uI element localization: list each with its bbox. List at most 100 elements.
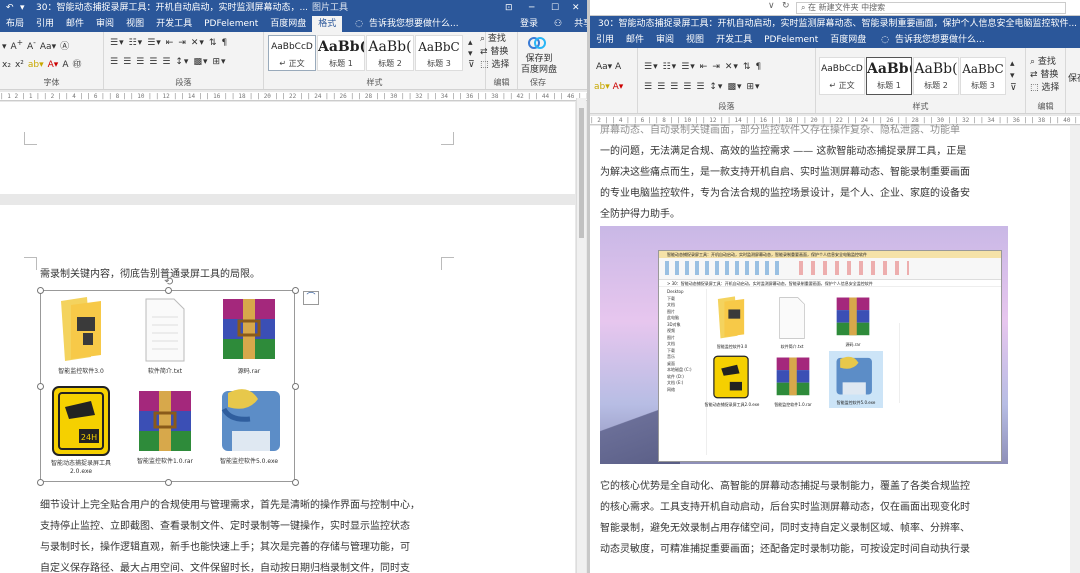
picture-tools-label: 图片工具	[312, 3, 349, 13]
ribbon-options-icon[interactable]: ⊡	[505, 0, 513, 16]
font-color-icon: A▾	[47, 60, 59, 70]
find-button[interactable]: ⌕ 查找	[480, 33, 509, 46]
style-heading2[interactable]: AaBb(标题 2	[366, 35, 414, 71]
search-icon: ⌕	[801, 3, 809, 12]
numbering-icon: ☷▾	[128, 38, 144, 48]
undo-icon[interactable]: ↶	[6, 0, 14, 16]
resize-handle	[292, 479, 299, 486]
save-group-label: 保存	[530, 78, 546, 87]
file-icon-rar: 智能监控软件1.0.rar	[125, 387, 205, 466]
style-heading3[interactable]: AaBbC 标题 3	[415, 35, 463, 71]
menu-pdfelement[interactable]: PDFelement	[198, 16, 264, 32]
menu-references[interactable]: 引用	[590, 32, 620, 48]
align-controls[interactable]: ☰ ☰ ☰ ☰ ☰ ↕▾ ▩▾ ⊞▾	[644, 82, 761, 92]
paragraph-group-label: 段落	[175, 78, 192, 87]
edit-group: ⌕ 查找 ⇄ 替换 ⬚ 选择 编辑	[480, 32, 518, 89]
quick-access-icon[interactable]: ▾	[20, 0, 25, 16]
list-controls[interactable]: ☰▾ ☷▾ ☰▾ ⇤ ⇥ ✕▾ ⇅ ¶	[644, 62, 762, 72]
menu-baidu-disk[interactable]: 百度网盘	[824, 32, 872, 48]
align-left-icon: ☰	[110, 57, 120, 67]
replace-button[interactable]: ⇄ 替换	[1030, 69, 1059, 82]
close-icon[interactable]: ✕	[572, 0, 580, 16]
list-controls[interactable]: ☰▾ ☷▾ ☰▾ ⇤ ⇥ ✕▾ ⇅ ¶	[110, 38, 228, 48]
scroll-thumb[interactable]	[579, 108, 584, 238]
selected-image[interactable]: ⟲ 智能监控软件3.0 软件简介.txt 源码.rar 24H 智能动态捕捉录屏…	[37, 275, 299, 486]
menu-baidu-disk[interactable]: 百度网盘	[264, 16, 312, 32]
select-button[interactable]: ⬚ 选择	[1030, 82, 1059, 95]
highlight-controls[interactable]: ab▾ A▾	[594, 82, 623, 92]
sort-icon: ⇅	[742, 62, 752, 72]
menu-pdfelement[interactable]: PDFelement	[758, 32, 824, 48]
replace-button[interactable]: ⇄ 替换	[480, 46, 509, 59]
refresh-icon[interactable]: ↻	[782, 1, 790, 11]
find-button[interactable]: ⌕ 查找	[1030, 56, 1059, 69]
menu-layout[interactable]: 布局	[0, 16, 30, 32]
left-title-bar: ↶ ▾ 30：智能动态捕捉录屏工具：开机自动启动，实时监测屏幕动态，... 图片…	[0, 0, 587, 16]
baidu-cloud-icon[interactable]	[527, 35, 547, 54]
edit-controls: ⌕ 查找 ⇄ 替换 ⬚ 选择	[1030, 56, 1059, 95]
maximize-icon[interactable]: ☐	[551, 0, 559, 16]
menu-developer[interactable]: 开发工具	[150, 16, 198, 32]
line-spacing-icon: ↕▾	[709, 82, 724, 92]
font-controls[interactable]: ▾ A+ A- Aa▾ Ⓐ	[2, 38, 69, 52]
styles-scroll[interactable]: ▴ ▾ ⊽	[1010, 58, 1017, 94]
resize-handle	[165, 287, 172, 294]
find-icon: ⌕	[1030, 57, 1038, 67]
styles-scroll[interactable]: ▴ ▾ ⊽	[468, 38, 475, 71]
font-color-controls[interactable]: x₂ x² ab▾ A▾ A ㊞	[2, 57, 82, 70]
sort-icon: ⇅	[208, 38, 218, 48]
menu-review[interactable]: 审阅	[650, 32, 680, 48]
select-icon: ⬚	[1030, 83, 1042, 93]
font-case-control[interactable]: Aa▾ A	[596, 62, 621, 72]
style-heading1[interactable]: AaBb(标题 1	[866, 57, 912, 95]
style-heading3[interactable]: AaBbC 标题 3	[960, 57, 1006, 95]
preview-pane	[899, 323, 973, 403]
rotate-handle-icon[interactable]: ⟲	[164, 275, 173, 288]
menu-format[interactable]: 格式	[312, 16, 343, 32]
dropdown-icon[interactable]: ∨	[768, 1, 775, 11]
scroll-up-icon: ▴	[468, 38, 473, 48]
menu-review[interactable]: 审阅	[90, 16, 120, 32]
grow-font-icon: A+	[10, 38, 23, 52]
paragraph-group: ☰▾ ☷▾ ☰▾ ⇤ ⇥ ✕▾ ⇅ ¶ ☰ ☰ ☰ ☰ ☰ ↕▾ ▩▾ ⊞▾ 段落	[638, 48, 816, 113]
align-controls[interactable]: ☰ ☰ ☰ ☰ ☰ ↕▾ ▩▾ ⊞▾	[110, 57, 227, 67]
left-vertical-scrollbar[interactable]	[576, 98, 586, 573]
page-corner-mark	[441, 132, 454, 145]
more-styles-icon: ⊽	[468, 60, 475, 70]
login-link[interactable]: 登录	[514, 16, 544, 32]
minimize-icon[interactable]: ─	[529, 0, 534, 16]
save-baidu-partial[interactable]: 保存百	[1068, 74, 1080, 85]
menu-view[interactable]: 视图	[680, 32, 710, 48]
right-vertical-scrollbar[interactable]	[1070, 126, 1080, 573]
save-to-baidu-button[interactable]: 保存到 百度网盘	[520, 54, 558, 76]
menu-mailings[interactable]: 邮件	[60, 16, 90, 32]
share-button[interactable]: ⚇ 共享	[542, 16, 587, 32]
file-icon-txt: 软件简介.txt	[125, 295, 205, 376]
subscript-icon: x₂	[2, 60, 11, 70]
tell-me-search[interactable]: 告诉我您想要做什么...	[369, 16, 465, 32]
style-normal[interactable]: AaBbCcD ↵ 正文	[819, 57, 865, 95]
find-icon: ⌕	[480, 34, 488, 44]
menu-mailings[interactable]: 邮件	[620, 32, 650, 48]
page-corner-mark	[24, 257, 37, 270]
style-normal[interactable]: AaBbCcD ↵ 正文	[268, 35, 316, 71]
ribbon-icons	[799, 261, 909, 275]
menu-view[interactable]: 视图	[120, 16, 150, 32]
explorer-search-box[interactable]: ⌕ 在 新建文件夹 中搜索	[796, 2, 1066, 14]
layout-options-icon[interactable]: ⌒	[303, 291, 319, 305]
outdent-icon: ⇥	[178, 38, 187, 48]
menu-developer[interactable]: 开发工具	[710, 32, 758, 48]
font-group-label: 字体	[43, 78, 60, 87]
resize-handle	[37, 287, 44, 294]
menu-references[interactable]: 引用	[30, 16, 60, 32]
explorer-title: 智能动态捕捉录屏工具：开机自动启动，实时监测屏幕动态，智能录制重要画面，保护个人…	[659, 251, 1001, 258]
style-heading1[interactable]: AaBb(标题 1	[317, 35, 365, 71]
tell-me-search[interactable]: 告诉我您想要做什么...	[895, 32, 991, 48]
select-button[interactable]: ⬚ 选择	[480, 59, 509, 72]
right-ribbon: Aa▾ A ab▾ A▾ ☰▾ ☷▾ ☰▾ ⇤ ⇥ ✕▾ ⇅ ¶ ☰ ☰ ☰ ☰ ☰ ↕▾ ▩▾ ⊞▾ 段落…	[590, 48, 1080, 114]
embedded-screenshot-image: 智能动态捕捉录屏工具：开机自动启动，实时监测屏幕动态，智能录制重要画面，保护个人…	[600, 226, 1008, 464]
paragraph-group: ☰▾ ☷▾ ☰▾ ⇤ ⇥ ✕▾ ⇅ ¶ ☰ ☰ ☰ ☰ ☰ ↕▾ ▩▾ ⊞▾ 段落	[104, 32, 264, 89]
page-corner-mark	[441, 257, 454, 270]
style-heading2[interactable]: AaBb(标题 2	[913, 57, 959, 95]
replace-icon: ⇄	[1030, 70, 1041, 80]
